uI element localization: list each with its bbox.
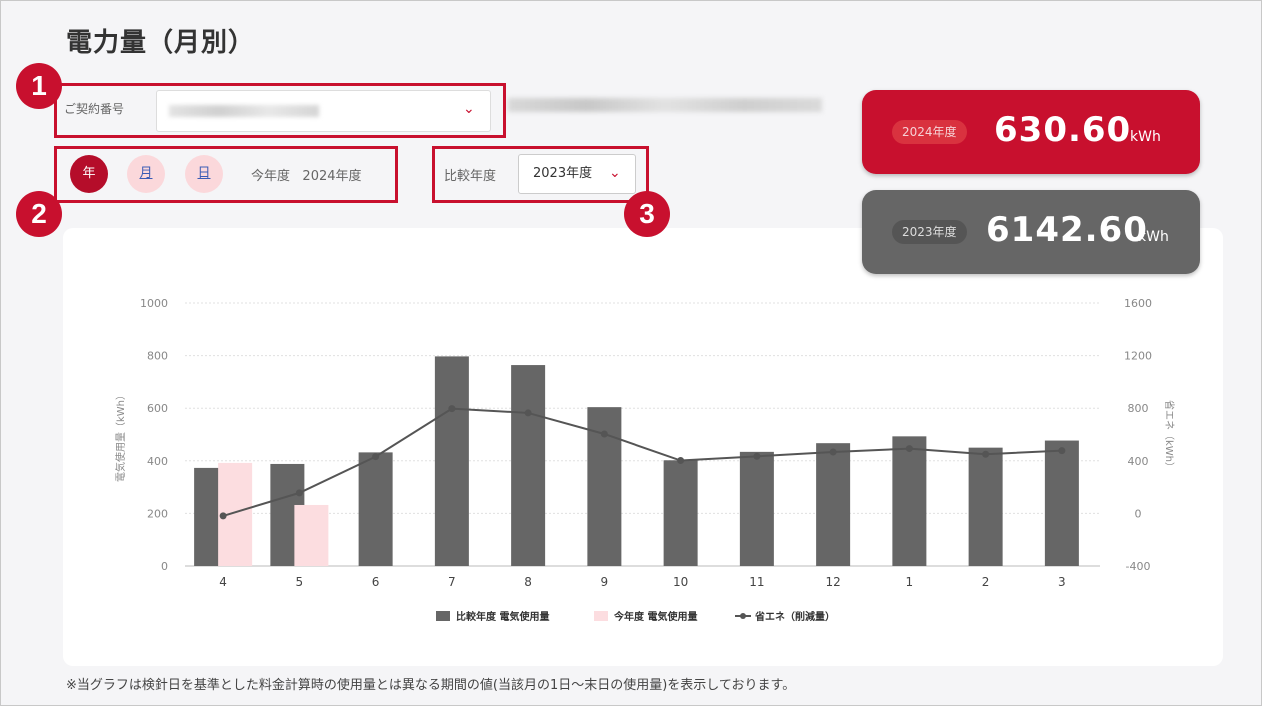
line-point [905,445,913,453]
line-point [295,489,303,497]
annotation-box-2 [54,146,398,203]
y2-tick-label: 1600 [1124,297,1152,310]
bar-current [294,504,329,566]
footnote: ※当グラフは検針日を基準とした料金計算時の使用量とは異なる期間の値(当該月の1日… [66,678,796,693]
summary-year-compare: 2023年度 [892,220,967,244]
x-tick-label: 1 [906,575,914,589]
line-point [524,409,532,417]
bar-compare [663,460,698,566]
line-point [1058,447,1066,455]
line-point [982,450,990,458]
summary-unit-compare: kWh [1138,229,1169,245]
bar-compare [511,365,546,566]
annotation-box-3 [432,146,649,203]
y-tick-label: 400 [147,455,168,468]
x-tick-label: 2 [982,575,990,589]
summary-value-compare: 6142.60 [986,210,1148,250]
x-tick-label: 9 [601,575,609,589]
y-tick-label: 0 [161,560,168,573]
y-tick-label: 200 [147,507,168,520]
y-tick-label: 800 [147,350,168,363]
legend-swatch [594,611,608,621]
line-point [600,430,608,438]
y2-tick-label: 800 [1128,402,1149,415]
line-point [219,512,227,520]
line-point [677,457,685,465]
legend-label: 今年度 電気使用量 [613,610,697,623]
bar-compare [739,451,774,566]
y-axis-title: 電気使用量（kWh） [114,390,127,482]
bar-compare [434,356,469,566]
bar-compare [892,436,927,566]
x-tick-label: 7 [448,575,456,589]
annotation-badge-3: 3 [624,191,670,237]
y2-tick-label: -400 [1126,560,1151,573]
x-tick-label: 4 [219,575,227,589]
y-tick-label: 600 [147,402,168,415]
x-tick-label: 10 [673,575,688,589]
annotation-box-1 [54,83,506,138]
line-saving [222,407,1062,517]
y2-tick-label: 400 [1128,455,1149,468]
y2-tick-label: 0 [1135,507,1142,520]
bar-compare [816,443,851,566]
annotation-badge-2: 2 [16,191,62,237]
summary-year-current: 2024年度 [892,120,967,144]
x-tick-label: 5 [296,575,304,589]
summary-unit-current: kWh [1130,129,1161,145]
line-point [372,453,380,461]
y2-axis-title: 省エネ（kWh） [1163,400,1176,472]
line-point [829,448,837,456]
bar-compare [358,452,393,566]
legend-swatch-point [740,613,746,619]
summary-card-compare: 2023年度 6142.60 kWh [862,190,1200,274]
legend-swatch [436,611,450,621]
bar-compare [1044,440,1079,566]
line-point [753,452,761,460]
x-tick-label: 12 [825,575,840,589]
x-tick-label: 6 [372,575,380,589]
y-tick-label: 1000 [140,297,168,310]
summary-value-current: 630.60 [994,110,1132,150]
legend-label: 比較年度 電気使用量 [456,610,549,623]
x-tick-label: 8 [524,575,532,589]
line-point [448,405,456,413]
x-tick-label: 3 [1058,575,1066,589]
y2-tick-label: 1200 [1124,350,1152,363]
x-tick-label: 11 [749,575,764,589]
annotation-badge-1: 1 [16,63,62,109]
bar-compare [968,447,1003,566]
summary-card-current: 2024年度 630.60 kWh [862,90,1200,174]
legend-label: 省エネ（削減量） [754,610,835,623]
